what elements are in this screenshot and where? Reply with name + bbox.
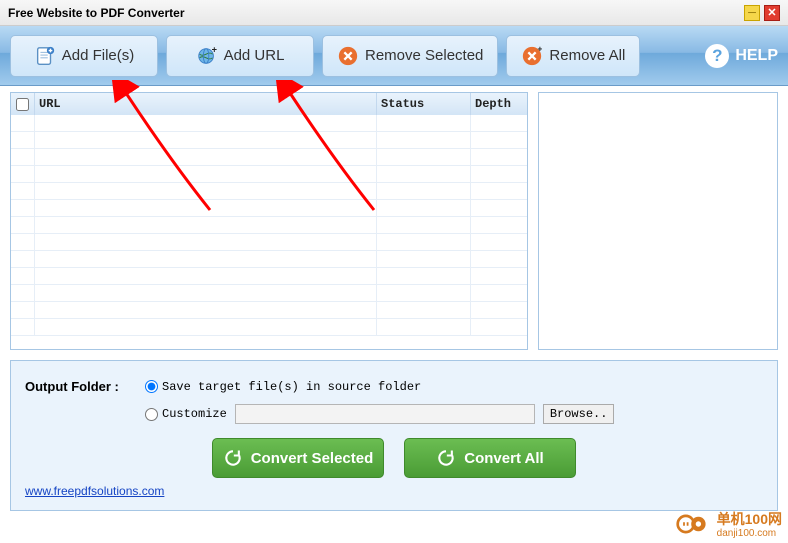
table-row — [11, 285, 527, 302]
window-title: Free Website to PDF Converter — [8, 6, 744, 20]
watermark-logo-icon — [675, 513, 711, 535]
table-row — [11, 200, 527, 217]
watermark-url: danji100.com — [717, 529, 782, 539]
save-source-label: Save target file(s) in source folder — [162, 380, 421, 394]
table-row — [11, 268, 527, 285]
table-row — [11, 217, 527, 234]
help-icon: ? — [705, 44, 729, 68]
header-status[interactable]: Status — [377, 93, 471, 115]
table-header: URL Status Depth — [11, 93, 527, 115]
convert-all-button[interactable]: Convert All — [404, 438, 576, 478]
watermark-name: 单机100网 — [717, 509, 782, 529]
output-folder-label: Output Folder : — [25, 379, 137, 394]
header-depth[interactable]: Depth — [471, 93, 527, 115]
titlebar: Free Website to PDF Converter ─ ✕ — [0, 0, 788, 26]
output-path-input[interactable] — [235, 404, 535, 424]
remove-all-label: Remove All — [549, 47, 625, 64]
table-row — [11, 302, 527, 319]
add-files-button[interactable]: Add File(s) — [10, 35, 158, 77]
table-row — [11, 183, 527, 200]
remove-all-icon: + — [521, 45, 543, 67]
select-all-cell — [11, 93, 35, 115]
remove-all-button[interactable]: + Remove All — [506, 35, 640, 77]
table-row — [11, 149, 527, 166]
convert-all-label: Convert All — [464, 450, 543, 467]
table-row — [11, 251, 527, 268]
remove-selected-label: Remove Selected — [365, 47, 483, 64]
table-row — [11, 166, 527, 183]
save-source-radio-wrap[interactable]: Save target file(s) in source folder — [145, 380, 421, 394]
svg-text:+: + — [538, 45, 543, 53]
website-link[interactable]: www.freepdfsolutions.com — [25, 484, 164, 498]
refresh-icon — [436, 448, 456, 468]
table-row — [11, 132, 527, 149]
watermark: 单机100网 danji100.com — [675, 509, 782, 539]
minimize-button[interactable]: ─ — [744, 5, 760, 21]
help-button[interactable]: ? HELP — [705, 44, 778, 68]
preview-panel — [538, 92, 778, 350]
browse-button[interactable]: Browse.. — [543, 404, 615, 424]
svg-text:+: + — [211, 45, 216, 54]
content-area: URL Status Depth — [0, 86, 788, 350]
add-url-label: Add URL — [224, 47, 285, 64]
select-all-checkbox[interactable] — [16, 98, 29, 111]
convert-selected-label: Convert Selected — [251, 450, 374, 467]
add-url-button[interactable]: + Add URL — [166, 35, 314, 77]
table-row — [11, 115, 527, 132]
remove-selected-button[interactable]: Remove Selected — [322, 35, 498, 77]
table-row — [11, 319, 527, 336]
refresh-icon — [223, 448, 243, 468]
convert-selected-button[interactable]: Convert Selected — [212, 438, 384, 478]
add-files-label: Add File(s) — [62, 47, 135, 64]
header-url[interactable]: URL — [35, 93, 377, 115]
help-label: HELP — [735, 47, 778, 65]
table-row — [11, 234, 527, 251]
globe-plus-icon: + — [196, 45, 218, 67]
output-panel: Output Folder : Save target file(s) in s… — [10, 360, 778, 511]
customize-radio-wrap[interactable]: Customize — [145, 407, 227, 421]
customize-label: Customize — [162, 407, 227, 421]
close-button[interactable]: ✕ — [764, 5, 780, 21]
table-body — [11, 115, 527, 349]
save-source-radio[interactable] — [145, 380, 158, 393]
file-plus-icon — [34, 45, 56, 67]
customize-radio[interactable] — [145, 408, 158, 421]
remove-x-icon — [337, 45, 359, 67]
url-table: URL Status Depth — [10, 92, 528, 350]
toolbar: Add File(s) + Add URL Remove Selected + … — [0, 26, 788, 86]
window-controls: ─ ✕ — [744, 5, 780, 21]
